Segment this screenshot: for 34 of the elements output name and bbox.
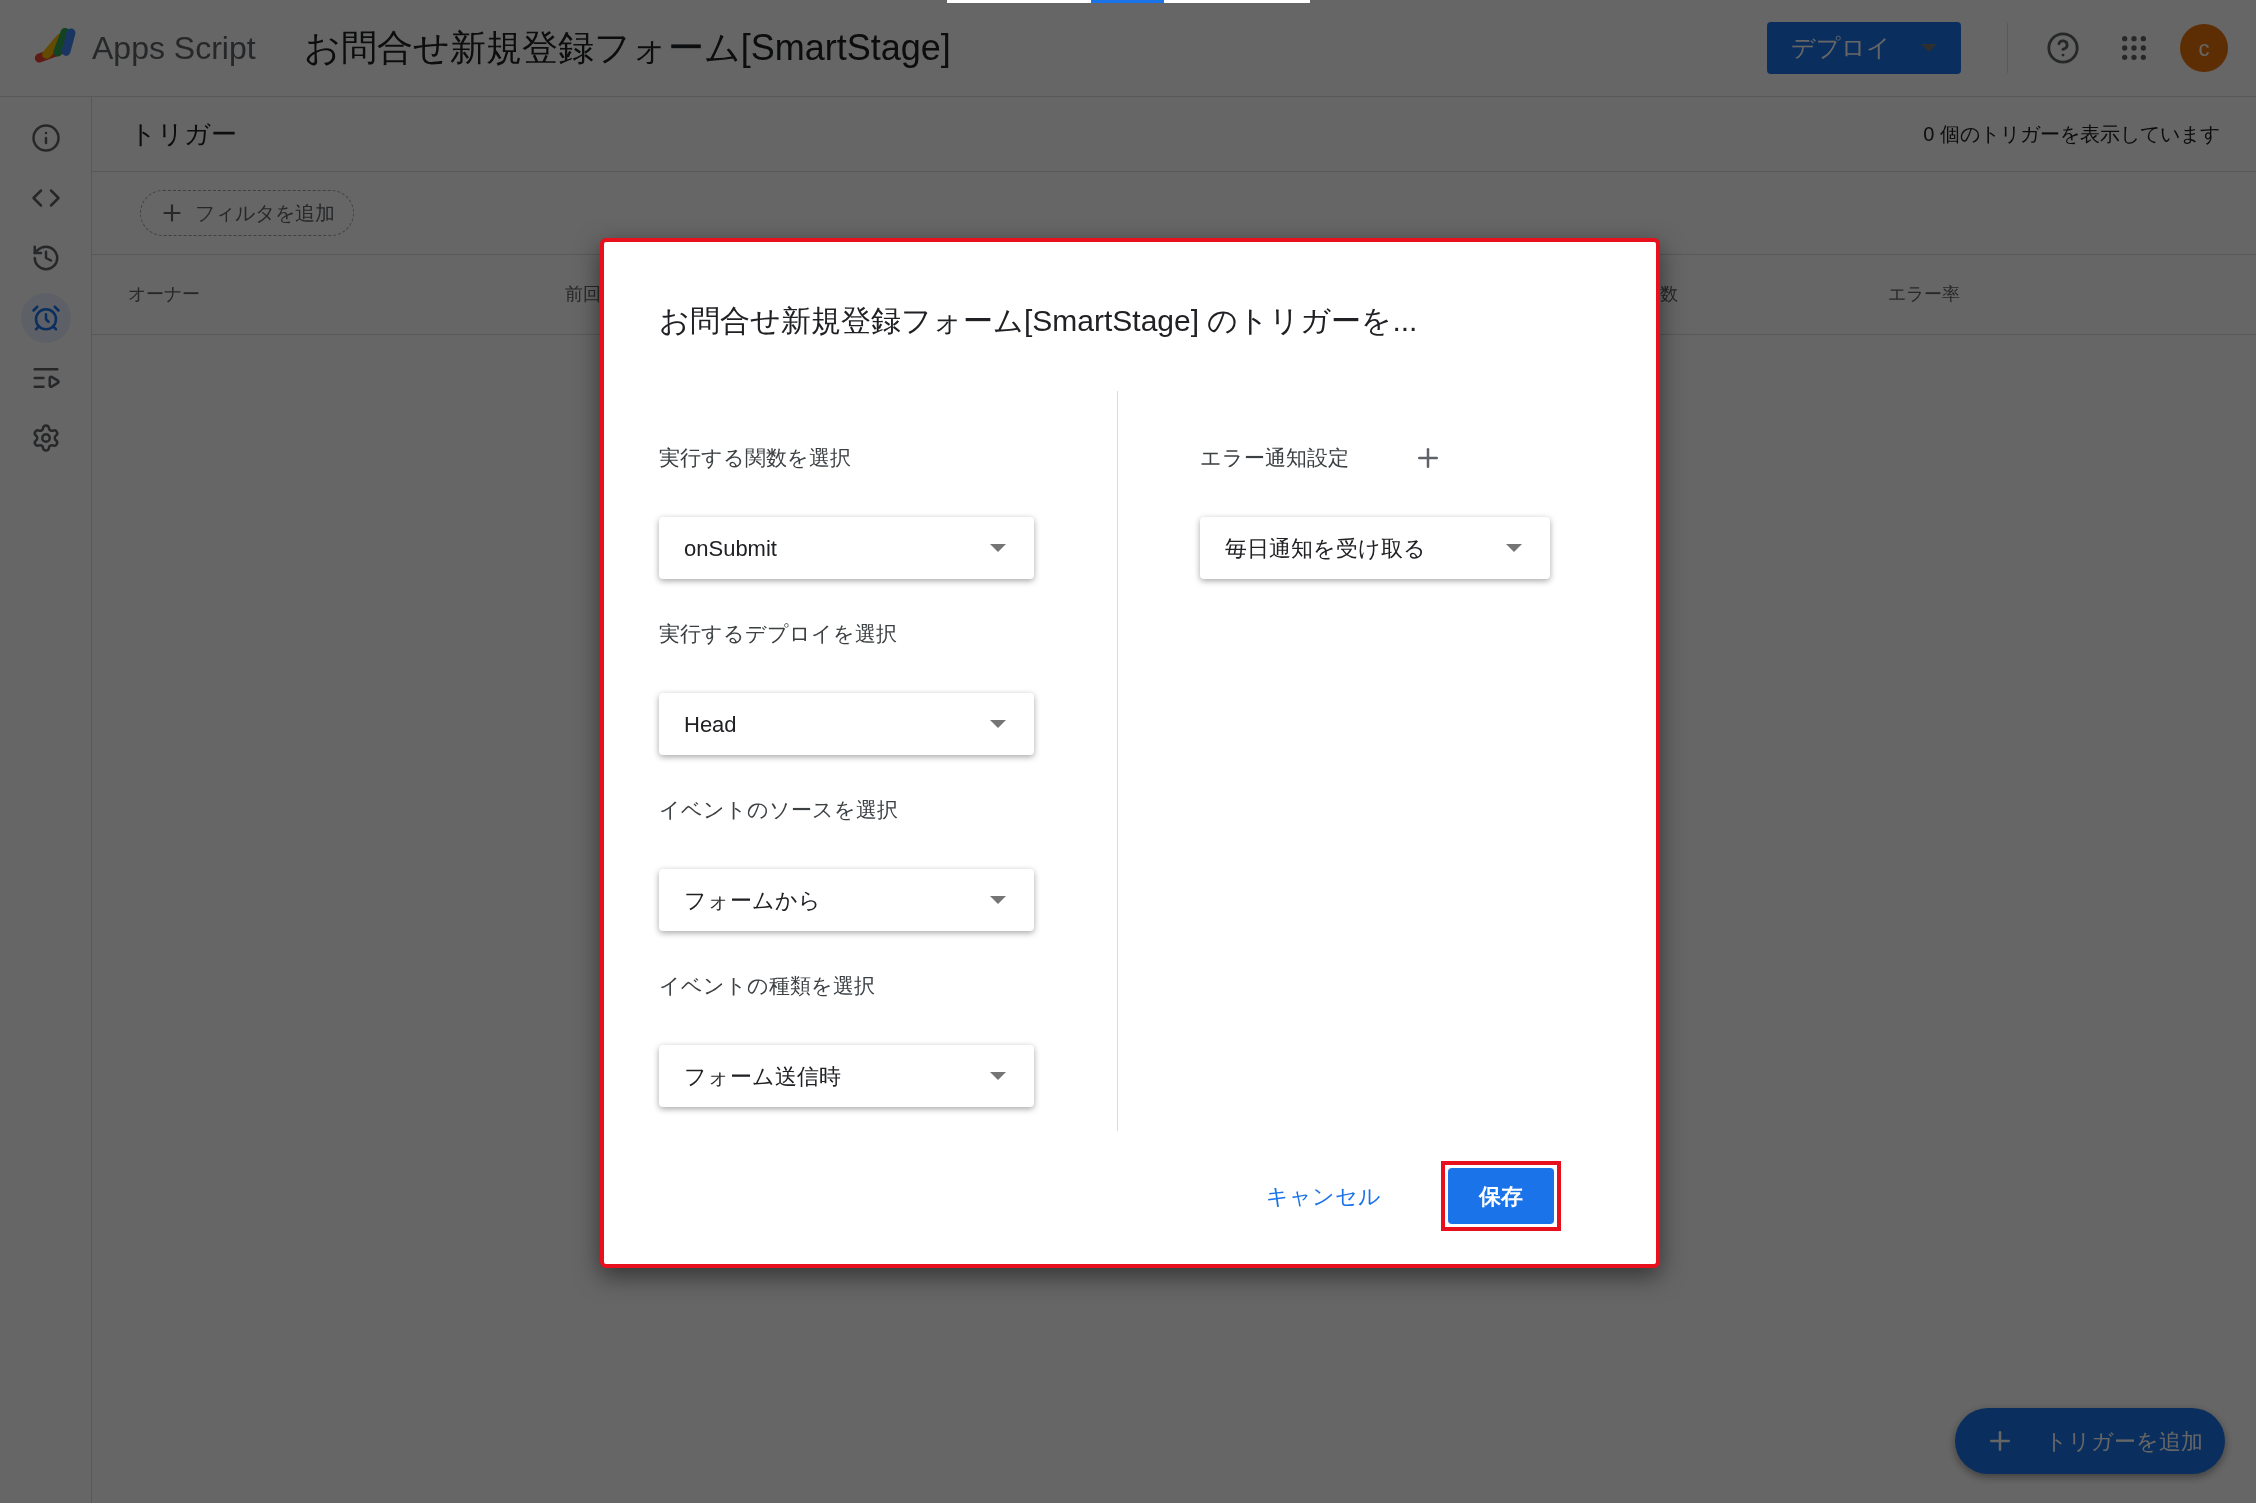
field-label: 実行するデプロイを選択 xyxy=(659,622,898,646)
caret-icon xyxy=(1506,544,1522,552)
settings-icon xyxy=(30,423,61,453)
caret-icon xyxy=(990,896,1006,904)
sidebar-item[interactable] xyxy=(20,293,71,343)
trigger-count: 0 個のトリガーを表示しています xyxy=(1923,122,2220,147)
cancel-button[interactable]: キャンセル xyxy=(1262,1169,1385,1223)
column-header: オーナー xyxy=(128,283,200,306)
column-header: エラー率 xyxy=(1888,283,1960,306)
info-icon xyxy=(30,123,61,153)
dropdown-field[interactable]: フォーム送信時 xyxy=(659,1045,1034,1107)
caret-icon xyxy=(990,544,1006,552)
project-title: お問合せ新規登録フォーム[SmartStage] xyxy=(303,26,951,70)
caret-icon xyxy=(990,720,1006,728)
save-button[interactable]: 保存 xyxy=(1448,1168,1554,1224)
alarm-clock-icon xyxy=(30,303,61,333)
dropdown-field[interactable]: Head xyxy=(659,693,1034,755)
field-label: エラー通知設定 xyxy=(1200,446,1349,470)
caret-icon xyxy=(990,1072,1006,1080)
dropdown-field[interactable]: 毎日通知を受け取る xyxy=(1200,517,1550,579)
dialog-title: お問合せ新規登録フォーム[SmartStage] のトリガーを... xyxy=(659,303,1419,339)
dropdown-field[interactable]: onSubmit xyxy=(659,517,1034,579)
field-label: イベントの種類を選択 xyxy=(659,974,876,998)
page-title: トリガー xyxy=(130,117,237,151)
app-name: Apps Script xyxy=(92,29,256,68)
dropdown-field[interactable]: フォームから xyxy=(659,869,1034,931)
dropdown-caret-icon xyxy=(1921,44,1937,52)
column-header: 数 xyxy=(1660,283,1678,306)
help-icon[interactable] xyxy=(2046,31,2080,65)
add-trigger-button[interactable]: トリガーを追加 xyxy=(1955,1408,2225,1474)
column-header: 前回 xyxy=(565,283,601,306)
field-label: 実行する関数を選択 xyxy=(659,446,852,470)
field-label: イベントのソースを選択 xyxy=(659,798,899,822)
deploy-button[interactable]: デプロイ xyxy=(1767,22,1961,74)
